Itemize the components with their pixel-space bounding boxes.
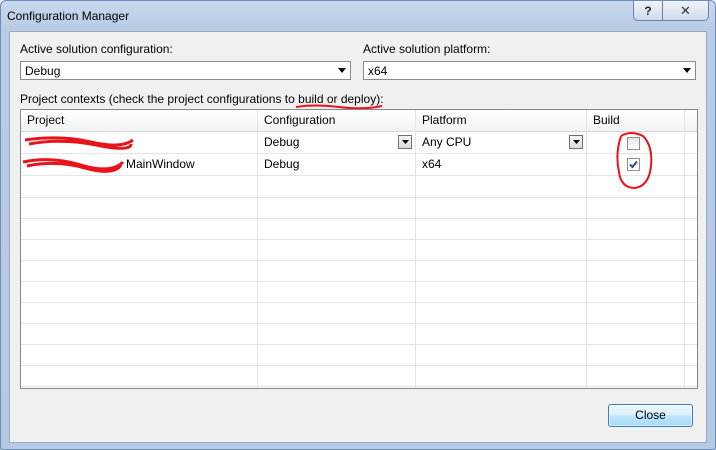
help-icon: ? [644, 3, 652, 18]
empty-row [21, 281, 697, 303]
col-header-build[interactable]: Build [587, 110, 685, 131]
active-platform-value: x64 [368, 64, 388, 78]
project-contexts-grid[interactable]: Project Configuration Platform Build Deb… [20, 109, 698, 389]
chevron-down-icon [679, 63, 694, 78]
active-platform-dropdown[interactable]: x64 [363, 61, 696, 80]
col-header-configuration[interactable]: Configuration [258, 110, 416, 131]
empty-row [21, 197, 697, 219]
empty-row [21, 239, 697, 261]
title-buttons: ? ✕ [633, 1, 709, 21]
configuration-manager-window: Configuration Manager ? ✕ Active solutio… [0, 0, 716, 450]
empty-row [21, 302, 697, 324]
chevron-down-icon [334, 63, 349, 78]
help-button[interactable]: ? [634, 1, 663, 20]
dialog-body: Active solution configuration: Debug Act… [9, 31, 707, 443]
close-icon: ✕ [680, 2, 691, 18]
active-platform-label: Active solution platform: [363, 42, 491, 56]
close-button[interactable]: Close [608, 404, 693, 427]
active-config-dropdown[interactable]: Debug [20, 61, 351, 80]
annotation-overlay [22, 132, 653, 190]
window-title: Configuration Manager [7, 9, 130, 23]
empty-row [21, 260, 697, 282]
empty-row [21, 323, 697, 345]
title-bar[interactable]: Configuration Manager ? ✕ [1, 1, 715, 31]
empty-row [21, 218, 697, 240]
window-close-button[interactable]: ✕ [663, 1, 708, 20]
active-config-label: Active solution configuration: [20, 42, 173, 56]
empty-row [21, 344, 697, 366]
col-header-project[interactable]: Project [21, 110, 258, 131]
col-header-platform[interactable]: Platform [416, 110, 587, 131]
empty-row [21, 365, 697, 387]
active-config-value: Debug [25, 64, 61, 78]
grid-header: Project Configuration Platform Build [21, 110, 697, 132]
